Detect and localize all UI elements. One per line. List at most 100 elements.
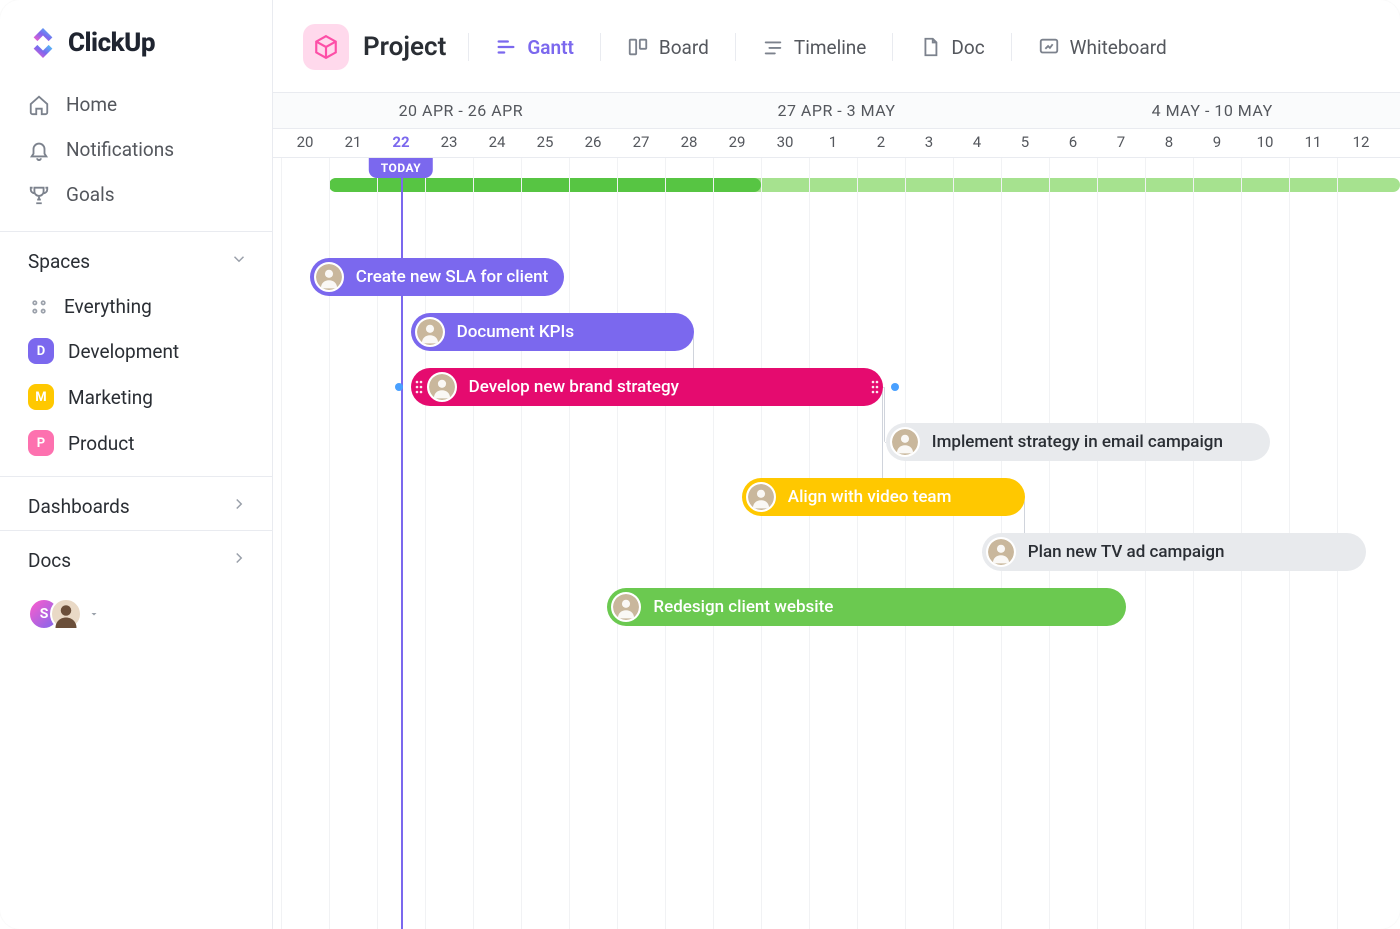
tab-label: Doc <box>951 36 984 59</box>
spaces-header-label: Spaces <box>28 250 90 273</box>
gantt-task[interactable]: Align with video team <box>742 478 1025 516</box>
gantt-task[interactable]: Redesign client website <box>607 588 1125 626</box>
task-label: Document KPIs <box>457 322 575 342</box>
timeline-icon <box>762 36 784 58</box>
day-label: 21 <box>329 129 377 157</box>
nav-notifications[interactable]: Notifications <box>0 127 272 172</box>
home-icon <box>28 94 50 116</box>
tab-label: Timeline <box>794 36 867 59</box>
day-label: 6 <box>1049 129 1097 157</box>
divider <box>468 33 469 61</box>
grid-line <box>809 158 810 929</box>
gantt-icon <box>495 36 517 58</box>
overall-bar-done <box>329 178 761 192</box>
grid-line <box>569 158 570 929</box>
tab-doc[interactable]: Doc <box>915 30 988 65</box>
sidebar-item-space[interactable]: P Product <box>0 420 272 466</box>
dependency-anchor[interactable] <box>395 383 403 391</box>
nav-home[interactable]: Home <box>0 82 272 127</box>
sidebar-item-space[interactable]: D Development <box>0 328 272 374</box>
dependency-anchor[interactable] <box>891 383 899 391</box>
tab-label: Board <box>659 36 709 59</box>
grid-line <box>281 158 282 929</box>
tab-board[interactable]: Board <box>623 30 713 65</box>
resize-handle-icon[interactable] <box>869 372 881 402</box>
task-label: Implement strategy in email campaign <box>932 432 1223 452</box>
clickup-logo-icon <box>28 28 58 58</box>
task-label: Create new SLA for client <box>356 267 548 287</box>
sidebar-item-everything[interactable]: Everything <box>0 285 272 328</box>
assignee-avatar <box>314 262 344 292</box>
assignee-avatar <box>986 537 1016 567</box>
day-label: 27 <box>617 129 665 157</box>
dashboards-header[interactable]: Dashboards <box>0 476 272 530</box>
gantt-task[interactable]: Create new SLA for client <box>310 258 564 296</box>
day-label: 10 <box>1241 129 1289 157</box>
nav-notifications-label: Notifications <box>66 138 174 161</box>
sidebar-item-space[interactable]: M Marketing <box>0 374 272 420</box>
gantt-task[interactable]: Develop new brand strategy <box>411 368 884 406</box>
sidebar-item-label: Marketing <box>68 386 153 409</box>
grid-icon <box>28 296 50 318</box>
day-label: 5 <box>1001 129 1049 157</box>
chevron-right-icon <box>230 495 248 518</box>
gantt-task[interactable]: Implement strategy in email campaign <box>886 423 1270 461</box>
day-label: 20 <box>281 129 329 157</box>
workspace-avatars[interactable]: S <box>0 584 272 644</box>
day-label: 12 <box>1337 129 1385 157</box>
grid-line <box>713 158 714 929</box>
spaces-header[interactable]: Spaces <box>0 231 272 285</box>
sidebar-item-label: Development <box>68 340 179 363</box>
day-label: 3 <box>905 129 953 157</box>
resize-handle-icon[interactable] <box>413 372 425 402</box>
day-label: 22 <box>377 129 425 157</box>
space-badge: P <box>28 430 54 456</box>
assignee-avatar <box>415 317 445 347</box>
doc-icon <box>919 36 941 58</box>
grid-line <box>665 158 666 929</box>
space-badge: D <box>28 338 54 364</box>
app-frame: ClickUp Home Notifications Goals Spaces <box>0 0 1400 929</box>
docs-label: Docs <box>28 549 71 572</box>
day-label: 23 <box>425 129 473 157</box>
day-label: 7 <box>1097 129 1145 157</box>
assignee-avatar <box>611 592 641 622</box>
project-chip[interactable]: Project <box>303 24 446 70</box>
brand-logo[interactable]: ClickUp <box>0 0 272 82</box>
trophy-icon <box>28 184 50 206</box>
week-label: 20 APR - 26 APR <box>273 93 649 128</box>
tab-gantt[interactable]: Gantt <box>491 30 578 65</box>
gantt-timeline: 20 APR - 26 APR 27 APR - 3 MAY 4 MAY - 1… <box>273 92 1400 929</box>
tab-timeline[interactable]: Timeline <box>758 30 871 65</box>
chevron-down-icon <box>230 250 248 273</box>
day-label: 25 <box>521 129 569 157</box>
nav-home-label: Home <box>66 93 117 116</box>
gantt-body[interactable]: TODAY Create new SLA for client Document … <box>273 158 1400 929</box>
grid-line <box>617 158 618 929</box>
gantt-task[interactable]: Plan new TV ad campaign <box>982 533 1366 571</box>
assignee-avatar <box>890 427 920 457</box>
page-title: Project <box>363 32 446 62</box>
day-label: 9 <box>1193 129 1241 157</box>
week-label: 4 MAY - 10 MAY <box>1024 93 1400 128</box>
topbar: Project Gantt Board Timeline Doc <box>273 0 1400 92</box>
sidebar: ClickUp Home Notifications Goals Spaces <box>0 0 273 929</box>
task-label: Redesign client website <box>653 597 833 617</box>
dependency-line <box>883 387 884 442</box>
today-badge: TODAY <box>369 158 433 178</box>
nav-goals-label: Goals <box>66 183 115 206</box>
tab-whiteboard[interactable]: Whiteboard <box>1034 30 1171 65</box>
overall-progress-track <box>273 178 1400 192</box>
docs-header[interactable]: Docs <box>0 530 272 584</box>
caret-down-icon <box>88 605 100 624</box>
nav-goals[interactable]: Goals <box>0 172 272 217</box>
tab-label: Gantt <box>527 36 574 59</box>
cube-icon <box>303 24 349 70</box>
assignee-avatar <box>427 372 457 402</box>
brand-name: ClickUp <box>68 28 155 58</box>
grid-line <box>857 158 858 929</box>
grid-line <box>953 158 954 929</box>
divider <box>735 33 736 61</box>
day-label: 26 <box>569 129 617 157</box>
gantt-task[interactable]: Document KPIs <box>411 313 694 351</box>
